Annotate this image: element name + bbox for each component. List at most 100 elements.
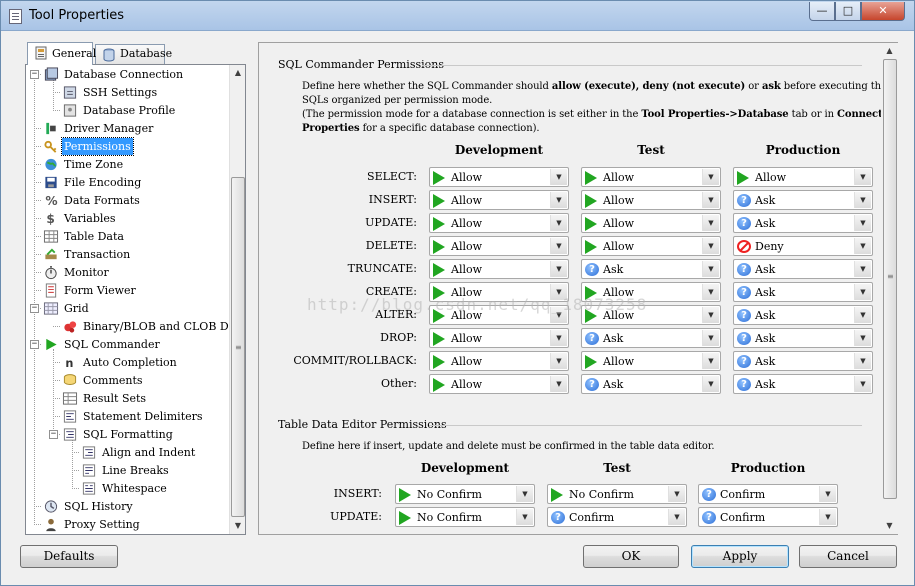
chevron-down-icon[interactable]: ▼ [516,486,533,502]
permission-select-test[interactable]: No Confirm ▼ [547,484,687,504]
select-value: Allow [451,263,483,276]
chevron-down-icon[interactable]: ▼ [550,261,567,277]
permission-select-test[interactable]: Allow ▼ [581,213,721,233]
maximize-button[interactable]: □ [835,2,861,21]
chevron-down-icon[interactable]: ▼ [550,169,567,185]
permission-select-production[interactable]: Allow ▼ [733,167,873,187]
tree-item-label: Line Breaks [102,464,169,477]
panel-scroll-thumb[interactable]: ≡ [883,59,897,499]
chevron-down-icon[interactable]: ▼ [702,215,719,231]
permission-select-production[interactable]: Deny ▼ [733,236,873,256]
tree-item-label: Statement Delimiters [83,410,203,423]
tree-collapse-icon[interactable]: − [30,340,39,349]
permission-select-development[interactable]: Allow ▼ [429,213,569,233]
chevron-down-icon[interactable]: ▼ [550,215,567,231]
permission-select-development[interactable]: Allow ▼ [429,351,569,371]
permission-select-test[interactable]: ? Ask ▼ [581,328,721,348]
chevron-down-icon[interactable]: ▼ [702,307,719,323]
chevron-down-icon[interactable]: ▼ [819,486,836,502]
chevron-down-icon[interactable]: ▼ [550,238,567,254]
permission-select-development[interactable]: Allow ▼ [429,167,569,187]
permission-select-production[interactable]: ? Ask ▼ [733,305,873,325]
select-value: Ask [755,378,776,391]
permission-select-production[interactable]: ? Ask ▼ [733,282,873,302]
permission-select-production[interactable]: ? Ask ▼ [733,259,873,279]
chevron-down-icon[interactable]: ▼ [702,238,719,254]
chevron-down-icon[interactable]: ▼ [854,215,871,231]
tree-scrollbar[interactable]: ▲ ≡ ▼ [229,65,245,534]
chevron-down-icon[interactable]: ▼ [854,284,871,300]
chevron-down-icon[interactable]: ▼ [550,330,567,346]
select-value: Ask [755,332,776,345]
permission-select-development[interactable]: Allow ▼ [429,328,569,348]
permission-select-production[interactable]: ? Ask ▼ [733,328,873,348]
chevron-down-icon[interactable]: ▼ [854,330,871,346]
permission-select-production[interactable]: ? Ask ▼ [733,190,873,210]
chevron-down-icon[interactable]: ▼ [516,509,533,525]
chevron-down-icon[interactable]: ▼ [668,509,685,525]
chevron-down-icon[interactable]: ▼ [702,192,719,208]
chevron-down-icon[interactable]: ▼ [854,376,871,392]
permission-select-development[interactable]: No Confirm ▼ [395,507,535,527]
tree-guide-line [34,218,41,219]
permission-select-development[interactable]: Allow ▼ [429,236,569,256]
permission-select-test[interactable]: Allow ▼ [581,351,721,371]
defaults-button[interactable]: Defaults [20,545,118,568]
chevron-down-icon[interactable]: ▼ [819,509,836,525]
chevron-down-icon[interactable]: ▼ [702,284,719,300]
chevron-down-icon[interactable]: ▼ [702,261,719,277]
tree-guide-line [72,439,73,489]
panel-scroll-up-icon[interactable]: ▲ [881,43,898,59]
chevron-down-icon[interactable]: ▼ [550,192,567,208]
chevron-down-icon[interactable]: ▼ [550,376,567,392]
play-icon [46,338,57,351]
chevron-down-icon[interactable]: ▼ [668,486,685,502]
permission-select-development[interactable]: Allow ▼ [429,259,569,279]
chevron-down-icon[interactable]: ▼ [854,238,871,254]
minimize-button[interactable]: — [809,2,835,21]
permission-select-production[interactable]: ? Confirm ▼ [698,484,838,504]
chevron-down-icon[interactable]: ▼ [854,307,871,323]
permission-select-test[interactable]: Allow ▼ [581,190,721,210]
title-bar[interactable]: Tool Properties — □ ✕ [1,1,914,31]
tree-collapse-icon[interactable]: − [49,430,58,439]
settings-tree[interactable]: Database Connection − SSH Settings Database… [26,65,230,534]
close-button[interactable]: ✕ [861,2,905,21]
chevron-down-icon[interactable]: ▼ [550,353,567,369]
permission-select-production[interactable]: ? Confirm ▼ [698,507,838,527]
permission-select-production[interactable]: ? Ask ▼ [733,351,873,371]
permission-select-test[interactable]: Allow ▼ [581,167,721,187]
chevron-down-icon[interactable]: ▼ [702,353,719,369]
row-label: INSERT: [333,487,382,500]
chevron-down-icon[interactable]: ▼ [854,169,871,185]
tree-collapse-icon[interactable]: − [30,304,39,313]
chevron-down-icon[interactable]: ▼ [702,169,719,185]
tree-collapse-icon[interactable]: − [30,70,39,79]
panel-scroll-down-icon[interactable]: ▼ [881,518,898,534]
chevron-down-icon[interactable]: ▼ [702,330,719,346]
tree-scroll-up-icon[interactable]: ▲ [230,65,246,81]
allow-icon [433,217,447,231]
ok-button[interactable]: OK [583,545,679,568]
permission-select-development[interactable]: No Confirm ▼ [395,484,535,504]
permission-select-test[interactable]: ? Ask ▼ [581,374,721,394]
permission-select-production[interactable]: ? Ask ▼ [733,213,873,233]
tree-scroll-thumb[interactable]: ≡ [231,177,245,517]
chevron-down-icon[interactable]: ▼ [854,261,871,277]
tree-scroll-down-icon[interactable]: ▼ [230,518,246,534]
tab-database[interactable]: Database [95,44,172,64]
chevron-down-icon[interactable]: ▼ [854,353,871,369]
permission-select-production[interactable]: ? Ask ▼ [733,374,873,394]
permission-select-development[interactable]: Allow ▼ [429,374,569,394]
apply-button[interactable]: Apply [691,545,789,568]
permission-select-test[interactable]: ? Ask ▼ [581,259,721,279]
permission-select-test[interactable]: ? Confirm ▼ [547,507,687,527]
chevron-down-icon[interactable]: ▼ [702,376,719,392]
tab-general[interactable]: General [27,42,96,65]
permission-select-test[interactable]: Allow ▼ [581,236,721,256]
chevron-down-icon[interactable]: ▼ [854,192,871,208]
cancel-button[interactable]: Cancel [799,545,897,568]
permission-select-development[interactable]: Allow ▼ [429,190,569,210]
deny-icon [737,240,751,253]
panel-scrollbar[interactable]: ▲ ≡ ▼ [881,43,898,534]
